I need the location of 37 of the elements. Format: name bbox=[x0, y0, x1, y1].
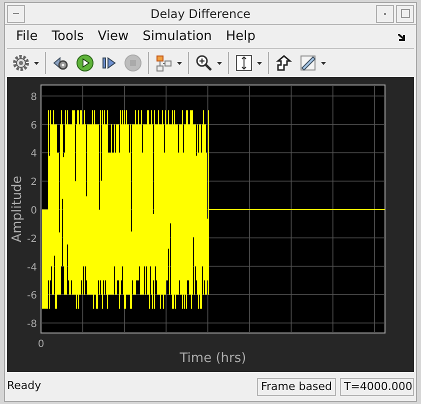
ruler-icon bbox=[299, 54, 317, 72]
tick-label: -4 bbox=[27, 262, 37, 274]
tick-label: 4 bbox=[30, 148, 37, 160]
run-icon bbox=[76, 54, 94, 72]
back-gear-icon bbox=[52, 54, 70, 72]
tick-label: -2 bbox=[27, 234, 37, 245]
window-title: Delay Difference bbox=[149, 6, 252, 22]
tick-label: 0 bbox=[30, 206, 37, 216]
status-message: Ready bbox=[7, 378, 42, 394]
caret-icon bbox=[34, 62, 39, 64]
tick-label: -6 bbox=[27, 290, 37, 302]
step-forward-icon bbox=[100, 54, 118, 72]
tick-label: 0 bbox=[38, 339, 44, 350]
tick-label: -8 bbox=[27, 319, 37, 330]
caret-icon bbox=[177, 62, 182, 64]
menu-item[interactable]: Help bbox=[220, 26, 261, 46]
gear-icon bbox=[12, 54, 30, 72]
axis-label: Amplitude bbox=[10, 176, 25, 242]
tick-label: 6 bbox=[30, 120, 37, 132]
menu-item[interactable]: View bbox=[92, 26, 134, 46]
status-field: Frame based bbox=[257, 378, 336, 396]
caret-icon bbox=[217, 62, 222, 64]
tick-label: 8 bbox=[30, 92, 37, 103]
step-arrow-icon bbox=[275, 54, 293, 72]
menu-item[interactable]: File bbox=[11, 26, 43, 46]
scale-axes-icon bbox=[235, 54, 253, 72]
menu-item[interactable]: Simulation bbox=[138, 26, 217, 46]
dock-arrow-icon[interactable] bbox=[398, 34, 406, 41]
stop-icon bbox=[124, 54, 142, 72]
caret-icon bbox=[257, 62, 262, 64]
zoom-in-icon bbox=[195, 54, 213, 72]
menu-item[interactable]: Tools bbox=[46, 26, 89, 46]
block-diagram-icon bbox=[155, 54, 173, 72]
caret-icon bbox=[321, 62, 326, 64]
axis-label: Time (hrs) bbox=[180, 351, 246, 366]
status-field: T=4000.000 bbox=[340, 378, 414, 396]
tick-label: 2 bbox=[30, 177, 37, 188]
